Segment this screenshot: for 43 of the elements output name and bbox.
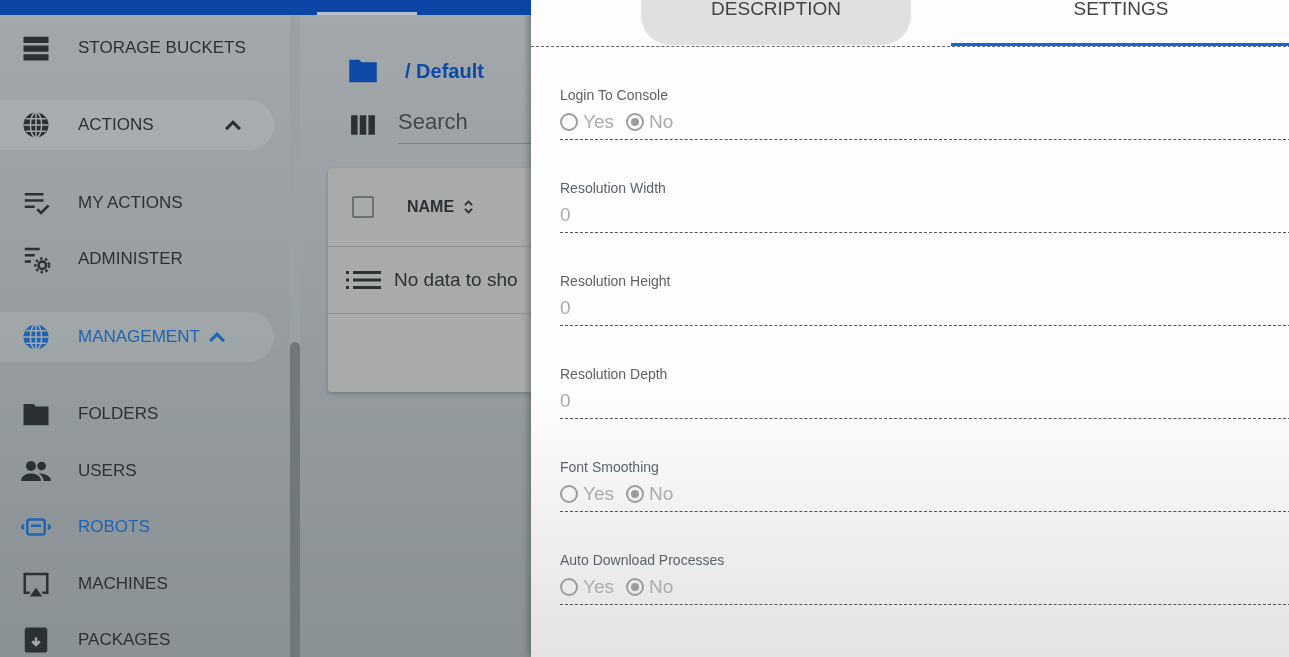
nav-item[interactable]: MACHINES xyxy=(0,565,290,602)
nav-item[interactable]: STORAGE BUCKETS xyxy=(0,29,290,66)
radio-label[interactable]: No xyxy=(649,483,674,505)
radio-label[interactable]: Yes xyxy=(583,576,614,598)
radio-button[interactable] xyxy=(626,485,644,503)
number-field[interactable]: 0 xyxy=(560,390,860,412)
nav-item[interactable]: ADMINISTER xyxy=(0,240,290,278)
number-field[interactable]: 0 xyxy=(560,297,860,319)
nav-item[interactable]: MY ACTIONS xyxy=(0,184,290,221)
radio-button[interactable] xyxy=(560,113,578,131)
radio-label[interactable]: Yes xyxy=(583,111,614,133)
number-field[interactable]: 0 xyxy=(560,204,860,226)
list-icon xyxy=(346,270,382,290)
nav-section[interactable]: ACTIONS xyxy=(0,100,274,150)
breadcrumb[interactable]: / Default xyxy=(405,59,484,83)
nav-item[interactable]: FOLDERS xyxy=(0,395,290,433)
globe-icon xyxy=(21,321,51,352)
column-header[interactable]: NAME xyxy=(407,198,455,216)
globe-icon xyxy=(21,110,51,140)
nav-section[interactable]: MANAGEMENT xyxy=(0,311,274,362)
field-label: Font Smoothing xyxy=(560,459,660,475)
field-label: Auto Download Processes xyxy=(560,552,726,568)
field-label: Resolution Width xyxy=(560,180,667,196)
field-label: Resolution Depth xyxy=(560,366,669,382)
radio-button[interactable] xyxy=(626,578,644,596)
empty-message: No data to sho xyxy=(394,269,518,291)
nav-item[interactable]: USERS xyxy=(0,452,290,489)
sort-icon[interactable] xyxy=(463,199,475,215)
radio-label[interactable]: No xyxy=(649,111,674,133)
nav-item[interactable]: ROBOTS xyxy=(0,508,290,546)
radio-button[interactable] xyxy=(626,113,644,131)
scrollbar[interactable] xyxy=(290,342,300,657)
search-field[interactable]: Search xyxy=(398,105,531,144)
tab[interactable]: SETTINGS xyxy=(951,0,1289,46)
radio-button[interactable] xyxy=(560,578,578,596)
nav-item[interactable]: PACKAGES xyxy=(0,621,290,657)
radio-button[interactable] xyxy=(560,485,578,503)
field-label: Login To Console xyxy=(560,87,669,103)
field-label: Resolution Height xyxy=(560,273,672,289)
radio-label[interactable]: No xyxy=(649,576,674,598)
tab[interactable]: DESCRIPTION xyxy=(641,0,911,45)
radio-label[interactable]: Yes xyxy=(583,483,614,505)
checkbox[interactable] xyxy=(352,196,374,218)
